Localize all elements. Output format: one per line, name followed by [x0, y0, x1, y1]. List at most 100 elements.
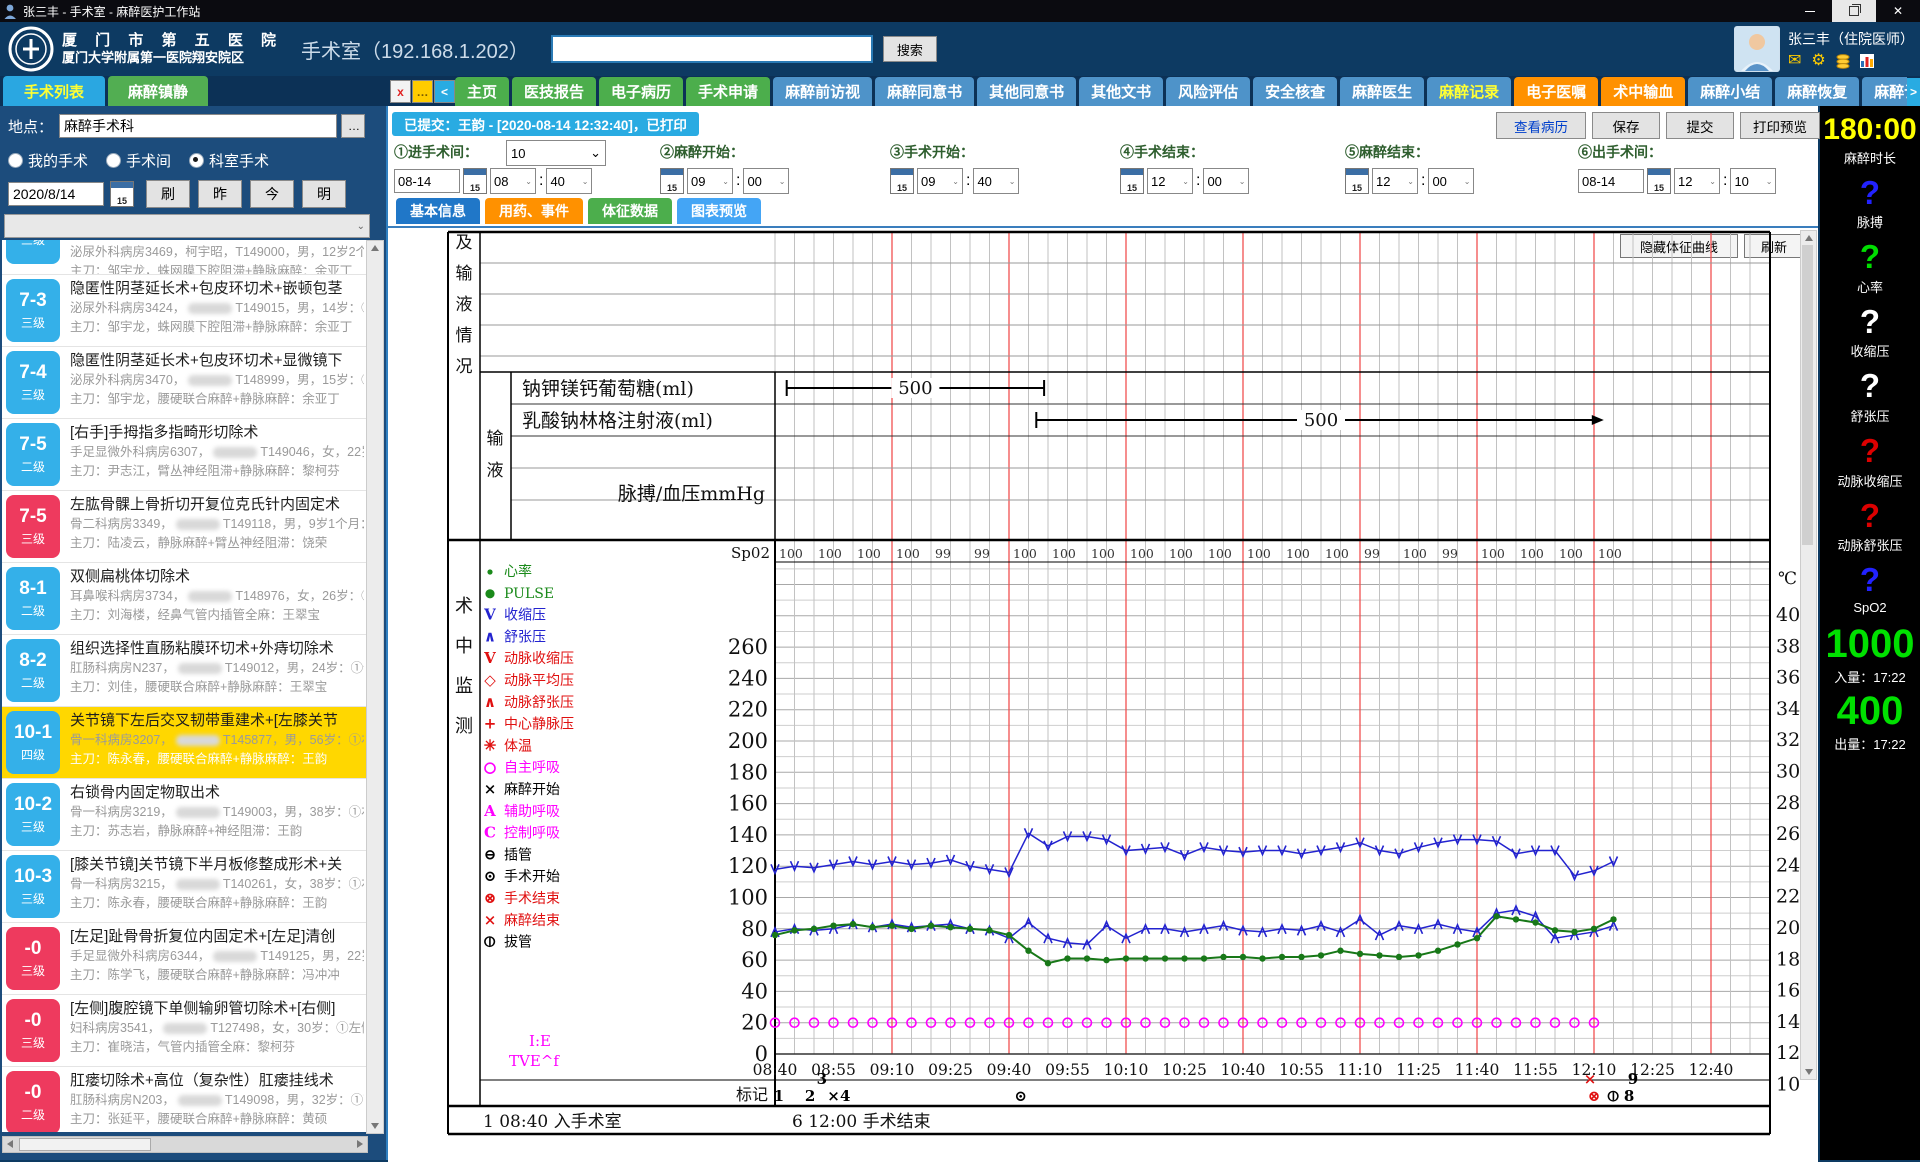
hour-select[interactable]: 12⌄ [1372, 168, 1418, 194]
main-content: 已提交：王韵 - [2020-08-14 12:32:40]，已打印 查看病历 … [388, 106, 1818, 1160]
chart-icon[interactable] [1860, 54, 1874, 68]
sidebar-vertical-scrollbar[interactable] [366, 240, 384, 1134]
nav-tab-1[interactable]: 主页 [455, 77, 509, 106]
location-input[interactable] [59, 114, 337, 138]
calendar-icon[interactable]: 15 [1345, 168, 1369, 194]
surgery-list-item[interactable]: 10-2三级右锁骨内固定物取出术骨一科病房3219，T149003，男，38岁：… [2, 779, 366, 851]
svg-text:20: 20 [741, 1011, 768, 1035]
hour-select[interactable]: 09⌄ [687, 168, 733, 194]
surgery-list-item[interactable]: 7-4三级隐匿性阴茎延长术+包皮环切术+显微镜下泌尿外科病房3470，T1489… [2, 347, 366, 419]
calendar-icon[interactable]: 15 [660, 168, 684, 194]
close-button[interactable]: ✕ [1876, 0, 1920, 22]
save-button[interactable]: 保存 [1592, 112, 1660, 139]
submit-button[interactable]: 提交 [1666, 112, 1734, 139]
room-select[interactable]: 10⌄ [506, 140, 606, 166]
surgery-list-item[interactable]: 7-5三级左肱骨髁上骨折切开复位克氏针内固定术骨二科病房3349，T149118… [2, 491, 366, 563]
subtab-4[interactable]: 图表预览 [677, 198, 761, 224]
calendar-icon[interactable]: 15 [890, 168, 914, 194]
time-field-4: 1512⌄:00⌄ [1120, 168, 1249, 194]
surgery-list-item[interactable]: -0三级[左侧]腹腔镜下单侧输卵管切除术+[右侧]妇科病房3541，T12749… [2, 995, 366, 1067]
chart-vertical-scrollbar[interactable] [1800, 230, 1817, 1080]
calendar-icon[interactable]: 15 [1647, 168, 1671, 194]
nav-tab-14[interactable]: 术中输血 [1601, 77, 1685, 106]
subtab-1[interactable]: 基本信息 [396, 198, 480, 224]
nav-tab-9[interactable]: 风险评估 [1166, 77, 1250, 106]
mail-icon[interactable]: ✉ [1788, 53, 1801, 69]
redacted-patient-name [178, 663, 222, 674]
surgery-list-item[interactable]: 7-3三级隐匿性阴茎延长术+包皮环切术+嵌顿包茎泌尿外科病房3424，T1490… [2, 275, 366, 347]
minute-select[interactable]: 00⌄ [743, 168, 789, 194]
minute-select[interactable]: 10⌄ [1730, 168, 1776, 194]
sidebar-horizontal-scrollbar[interactable] [2, 1136, 368, 1153]
date-field[interactable] [394, 169, 460, 193]
hour-select[interactable]: 12⌄ [1147, 168, 1193, 194]
nav-tab-16[interactable]: 麻醉恢复 [1775, 77, 1859, 106]
surgery-list-item[interactable]: 8-2二级组织选择性直肠粘膜环切术+外痔切除术肛肠科病房N237，T149012… [2, 635, 366, 707]
surgery-list-item[interactable]: 7-5二级[右手]手拇指多指畸形切除术手足显微外科病房6307，T149046，… [2, 419, 366, 491]
nav-tab-3[interactable]: 电子病历 [599, 77, 683, 106]
sidebar-tab-surgery-list[interactable]: 手术列表 [3, 76, 105, 106]
filter-dropdown[interactable]: ⌄ [4, 214, 370, 238]
mini-close-button[interactable]: x [390, 80, 411, 103]
restore-button[interactable] [1832, 0, 1876, 22]
surgery-grade: 三级 [21, 962, 45, 979]
nav-tab-15[interactable]: 麻醉小结 [1688, 77, 1772, 106]
date-button-3[interactable]: 今 [250, 180, 294, 208]
avatar[interactable] [1734, 26, 1780, 72]
nav-scroll-right-button[interactable]: > [1907, 78, 1920, 106]
svg-text:18: 18 [1776, 948, 1800, 970]
nav-tab-8[interactable]: 其他文书 [1079, 77, 1163, 106]
minute-select[interactable]: 00⌄ [1203, 168, 1249, 194]
mini-scroll-left-button[interactable]: < [434, 80, 455, 103]
search-button[interactable]: 搜索 [883, 36, 937, 62]
date-input[interactable] [8, 182, 104, 206]
nav-tab-4[interactable]: 手术申请 [686, 77, 770, 106]
radio-option-1[interactable]: 我的手术 [8, 150, 88, 171]
radio-option-3[interactable]: 科室手术 [189, 150, 269, 171]
hour-select[interactable]: 12⌄ [1674, 168, 1720, 194]
date-button-1[interactable]: 刷 [146, 180, 190, 208]
print-preview-button[interactable]: 打印预览 [1740, 112, 1820, 139]
surgery-list-item[interactable]: 8-1二级双侧扁桃体切除术耳鼻喉科病房3734，T148976，女，26岁：①主… [2, 563, 366, 635]
gear-icon[interactable]: ⚙ [1811, 53, 1825, 69]
radio-option-2[interactable]: 手术间 [106, 150, 171, 171]
subtab-3[interactable]: 体征数据 [588, 198, 672, 224]
svg-text:中: 中 [455, 636, 473, 657]
date-button-4[interactable]: 明 [302, 180, 346, 208]
svg-text:⦶: ⦶ [485, 933, 496, 951]
nav-tab-7[interactable]: 其他同意书 [977, 77, 1076, 106]
surgery-grade: 三级 [21, 314, 45, 331]
search-input[interactable] [551, 35, 873, 63]
date-button-2[interactable]: 昨 [198, 180, 242, 208]
surgery-list-item[interactable]: -0三级[左足]趾骨骨折复位内固定术+[左足]清创手足显微外科病房6344，T1… [2, 923, 366, 995]
nav-tab-11[interactable]: 麻醉医生 [1340, 77, 1424, 106]
svg-text:100: 100 [1481, 546, 1505, 561]
surgery-list-item[interactable]: -0二级肛瘘切除术+高位（复杂性）肛瘘挂线术肛肠科病房N203，T149098，… [2, 1067, 366, 1132]
nav-tab-13[interactable]: 电子医嘱 [1514, 77, 1598, 106]
view-record-button[interactable]: 查看病历 [1496, 112, 1586, 139]
surgery-list-item[interactable]: 10-3三级[膝关节镜]关节镜下半月板修整成形术+关骨一科病房3215，T140… [2, 851, 366, 923]
hour-select[interactable]: 09⌄ [917, 168, 963, 194]
calendar-icon[interactable]: 15 [463, 168, 487, 194]
surgery-list-item[interactable]: 三级泌尿外科病房3469，柯宇昭，T149000，男，12岁2个主刀：邹宇龙，蛛… [2, 240, 366, 275]
surgery-list-item[interactable]: 10-1四级关节镜下左后交叉韧带重建术+[左膝关节骨一科病房3207，T1458… [2, 707, 366, 779]
nav-tab-12[interactable]: 麻醉记录 [1427, 77, 1511, 106]
date-field[interactable] [1578, 169, 1644, 193]
nav-tab-5[interactable]: 麻醉前访视 [773, 77, 872, 106]
nav-tab-6[interactable]: 麻醉同意书 [875, 77, 974, 106]
mini-more-button[interactable]: … [412, 80, 433, 103]
calendar-icon[interactable]: 15 [1120, 168, 1144, 194]
location-more-button[interactable]: … [341, 114, 365, 138]
hour-select[interactable]: 08⌄ [490, 168, 536, 194]
subtab-2[interactable]: 用药、事件 [485, 198, 583, 224]
minute-select[interactable]: 40⌄ [546, 168, 592, 194]
nav-tab-17[interactable]: 麻醉计费 [1862, 77, 1907, 106]
minute-select[interactable]: 40⌄ [973, 168, 1019, 194]
coins-icon[interactable] [1836, 54, 1850, 69]
minute-select[interactable]: 00⌄ [1428, 168, 1474, 194]
nav-tab-2[interactable]: 医技报告 [512, 77, 596, 106]
sidebar-tab-sedation[interactable]: 麻醉镇静 [108, 76, 208, 106]
calendar-icon[interactable]: 15 [110, 181, 134, 207]
nav-tab-10[interactable]: 安全核查 [1253, 77, 1337, 106]
minimize-button[interactable] [1788, 0, 1832, 22]
